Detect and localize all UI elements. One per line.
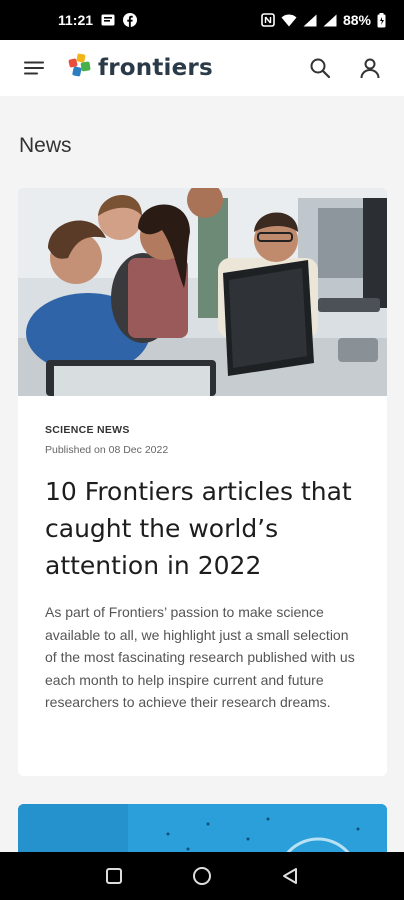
app-bar: frontiers bbox=[0, 40, 404, 96]
battery-percentage: 88% bbox=[342, 12, 371, 28]
home-circle-icon[interactable] bbox=[182, 856, 222, 896]
article-image bbox=[18, 804, 387, 852]
user-icon[interactable] bbox=[354, 52, 386, 84]
article-headline[interactable]: 10 Frontiers articles that caught the wo… bbox=[45, 473, 360, 584]
frontiers-logo[interactable]: frontiers bbox=[68, 53, 213, 84]
recents-square-icon[interactable] bbox=[94, 856, 134, 896]
nfc-icon bbox=[261, 13, 275, 27]
page-title: News bbox=[19, 134, 72, 157]
article-published-date: Published on 08 Dec 2022 bbox=[45, 444, 169, 456]
battery-icon bbox=[377, 12, 386, 28]
status-time: 11:21 bbox=[58, 12, 94, 28]
frontiers-logo-mark-icon bbox=[68, 53, 92, 84]
logo-text: frontiers bbox=[98, 55, 213, 81]
hamburger-menu-icon[interactable] bbox=[18, 52, 50, 84]
search-icon[interactable] bbox=[304, 52, 336, 84]
status-bar: 11:21 88% bbox=[0, 0, 404, 40]
wifi-icon bbox=[281, 14, 297, 27]
back-triangle-icon[interactable] bbox=[270, 856, 310, 896]
article-category: SCIENCE NEWS bbox=[45, 424, 130, 436]
signal-icon bbox=[303, 14, 317, 27]
news-card[interactable]: SCIENCE NEWS Published on 08 Dec 2022 10… bbox=[18, 188, 387, 776]
article-excerpt: As part of Frontiers’ passion to make sc… bbox=[45, 604, 355, 710]
facebook-icon bbox=[123, 13, 138, 27]
system-navigation-bar bbox=[0, 852, 404, 900]
signal-icon bbox=[323, 14, 337, 27]
news-feed[interactable]: News SCIENCE NEWS Published on 08 Dec 20… bbox=[0, 96, 404, 852]
article-image bbox=[18, 188, 387, 396]
news-card[interactable] bbox=[18, 804, 387, 852]
message-icon bbox=[101, 14, 115, 26]
